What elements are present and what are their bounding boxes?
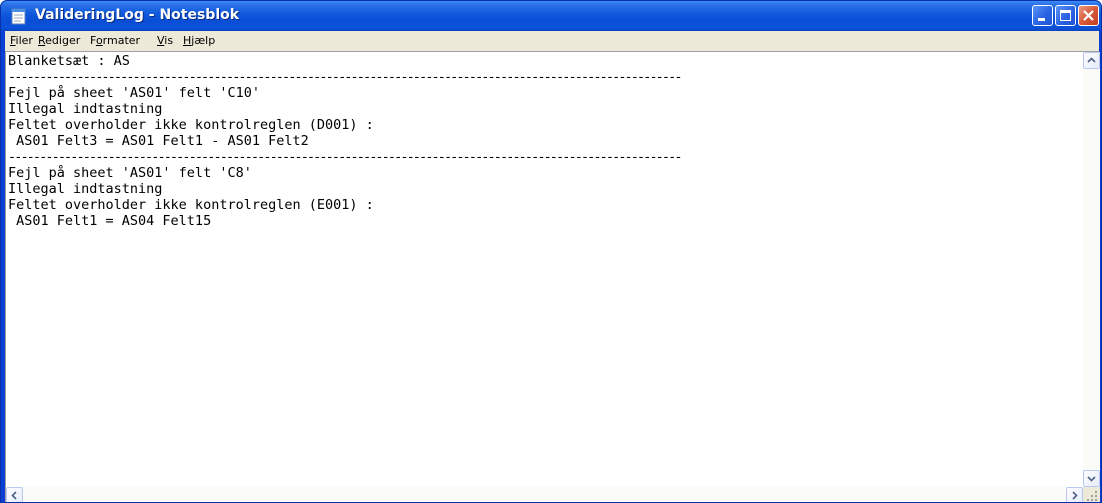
menu-format[interactable]: Formater — [90, 34, 140, 47]
minimize-icon — [1038, 18, 1045, 21]
chevron-left-icon — [11, 491, 17, 500]
notepad-icon[interactable] — [11, 8, 27, 25]
size-grip[interactable] — [1083, 487, 1100, 502]
window-title: ValideringLog - Notesblok — [35, 7, 240, 23]
text-line: AS01 Felt3 = AS01 Felt1 - AS01 Felt2 — [8, 133, 309, 149]
text-content[interactable]: Blanketsæt : AS ------------------------… — [8, 53, 1082, 483]
horizontal-scrollbar[interactable] — [6, 487, 1083, 502]
maximize-icon — [1060, 10, 1071, 21]
text-line: Fejl på sheet 'AS01' felt 'C8' — [8, 165, 252, 181]
menu-bar: Filer Rediger Formater Vis Hjælp — [5, 31, 1099, 51]
scroll-right-button[interactable] — [1066, 487, 1083, 502]
notepad-window: ValideringLog - Notesblok Filer Rediger … — [0, 0, 1102, 503]
close-button[interactable] — [1078, 5, 1099, 26]
separator-line: ----------------------------------------… — [8, 69, 682, 85]
client-area: Filer Rediger Formater Vis Hjælp Blanket… — [5, 31, 1100, 502]
menu-view[interactable]: Vis — [157, 34, 173, 47]
maximize-button[interactable] — [1055, 5, 1076, 26]
minimize-button[interactable] — [1032, 5, 1053, 26]
scroll-down-button[interactable] — [1083, 470, 1100, 487]
separator-line: ----------------------------------------… — [8, 149, 682, 165]
text-line: AS01 Felt1 = AS04 Felt15 — [8, 213, 212, 229]
text-line: Feltet overholder ikke kontrolreglen (D0… — [8, 117, 374, 133]
title-bar[interactable]: ValideringLog - Notesblok — [1, 1, 1101, 31]
text-line: Illegal indtastning — [8, 101, 163, 117]
chevron-up-icon — [1087, 57, 1096, 63]
text-line: Fejl på sheet 'AS01' felt 'C10' — [8, 85, 260, 101]
resize-grip-icon — [1087, 491, 1097, 501]
text-line: Feltet overholder ikke kontrolreglen (E0… — [8, 197, 374, 213]
menu-file[interactable]: Filer — [10, 34, 33, 47]
scroll-up-button[interactable] — [1083, 52, 1100, 69]
close-icon — [1083, 10, 1094, 21]
scroll-left-button[interactable] — [6, 487, 23, 502]
text-line: Illegal indtastning — [8, 181, 163, 197]
menu-help[interactable]: Hjælp — [183, 34, 215, 47]
text-editor[interactable]: Blanketsæt : AS ------------------------… — [5, 51, 1100, 502]
chevron-right-icon — [1072, 491, 1078, 500]
menu-edit[interactable]: Rediger — [38, 34, 80, 47]
text-line: Blanketsæt : AS — [8, 53, 130, 69]
vertical-scrollbar[interactable] — [1083, 52, 1100, 487]
chevron-down-icon — [1087, 476, 1096, 482]
